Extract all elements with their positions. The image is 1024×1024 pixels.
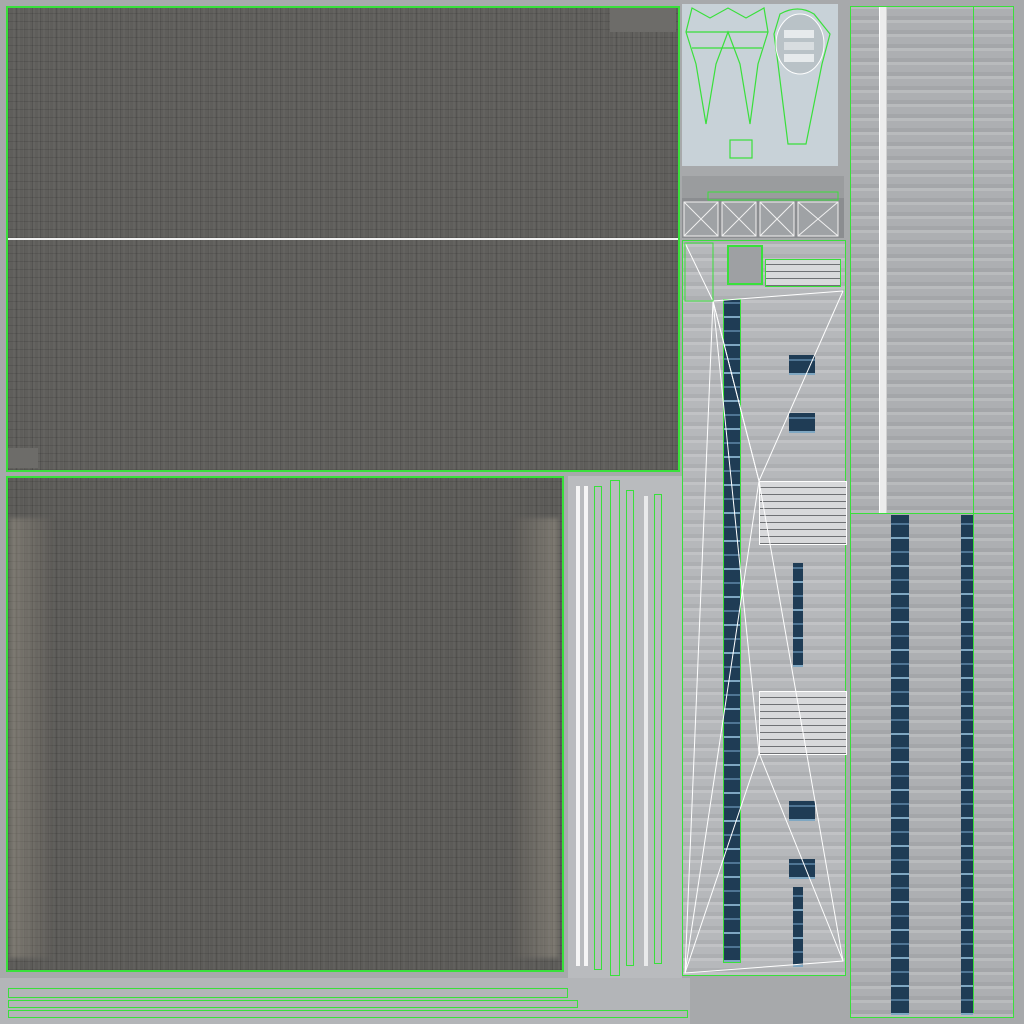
facade-edge-strip [879, 7, 887, 513]
uv-outline [8, 1010, 688, 1018]
uv-outline [654, 494, 662, 964]
trim-strip [584, 486, 588, 966]
uv-island-ornament-panel [682, 4, 838, 166]
uv-island-railing-panel [682, 176, 844, 238]
trim-strip [576, 486, 580, 966]
uv-outline [8, 1000, 578, 1008]
window-column [961, 515, 973, 1015]
uv-island-side-facade [850, 6, 1014, 1018]
uv-outline [685, 7, 769, 125]
roof-edge-stain [10, 518, 52, 958]
uv-outline [626, 490, 634, 966]
uv-outline [707, 191, 839, 201]
uv-outline [8, 988, 568, 998]
uv-island-roof-bottom [6, 476, 564, 972]
uv-outline [729, 139, 753, 159]
ornament-outlines [685, 7, 831, 159]
facade-divider [851, 513, 1013, 514]
roof-edge-stain [514, 518, 558, 958]
uv-wireframe [684, 242, 844, 974]
roof-corner-patch [610, 8, 676, 32]
trim-strip [644, 496, 648, 966]
uv-island-roof-top [6, 6, 680, 472]
uv-texture-atlas: { "atlas": { "outline_color": "#39e03b",… [0, 0, 1024, 1024]
roof-corner-patch [8, 448, 38, 468]
railing-lattice [683, 191, 839, 237]
uv-island-front-facade [682, 240, 847, 976]
window-column [891, 515, 909, 1015]
uv-island-bottom-band [0, 978, 690, 1024]
facade-divider [973, 7, 974, 1013]
uv-outline [594, 486, 602, 970]
uv-outline [610, 480, 620, 976]
uv-trim-strip-group [568, 476, 682, 978]
roof-seam-line [8, 238, 678, 240]
